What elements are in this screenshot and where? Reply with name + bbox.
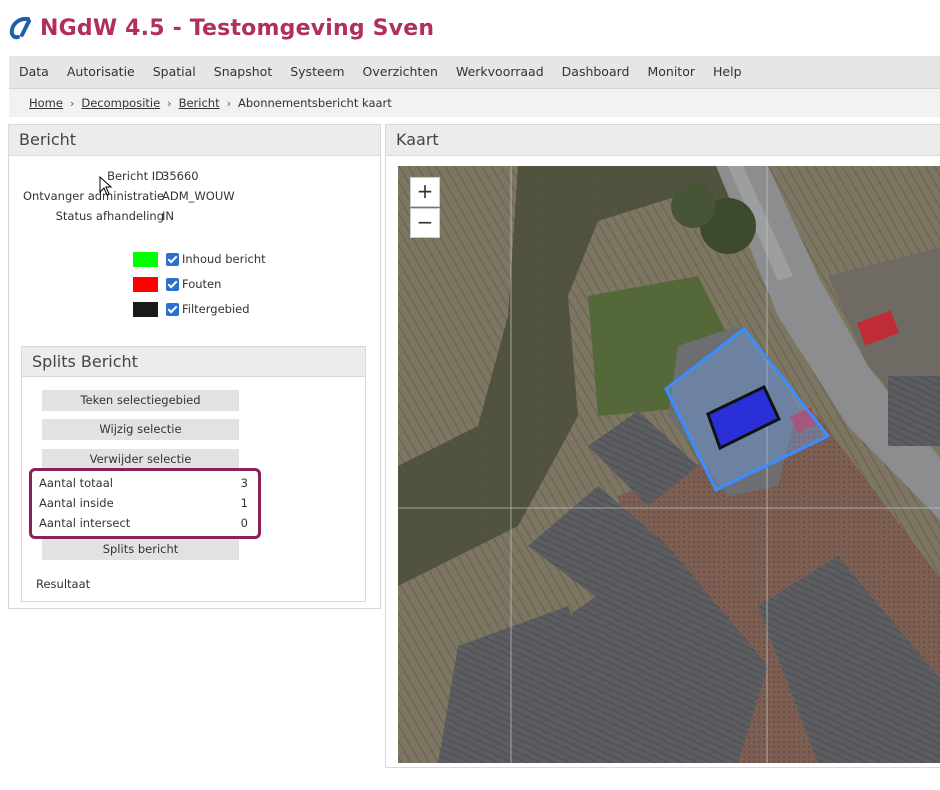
stat-row-inside: Aantal inside 1 [39,496,248,510]
legend-row-filtergebied: Filtergebied [133,300,250,318]
splits-panel-title: Splits Bericht [22,347,365,377]
menu-werkvoorraad[interactable]: Werkvoorraad [447,56,553,88]
legend-label: Inhoud bericht [182,252,266,266]
bericht-panel-title: Bericht [9,125,380,156]
app-header: NGdW 4.5 - Testomgeving Sven [8,10,434,46]
info-value: 35660 [162,169,199,183]
legend-row-fouten: Fouten [133,275,221,293]
breadcrumb-home[interactable]: Home [29,96,63,110]
menu-dashboard[interactable]: Dashboard [553,56,639,88]
splits-bericht-panel: Splits Bericht Teken selectiegebied Wijz… [21,346,366,602]
aerial-map-image [398,166,940,763]
breadcrumb-current: Abonnementsbericht kaart [238,96,392,110]
bericht-panel: Bericht Bericht ID 35660 Ontvanger admin… [8,124,381,609]
verwijder-selectie-button[interactable]: Verwijder selectie [42,449,239,470]
inhoud-checkbox[interactable] [166,252,179,266]
app-logo-icon [9,16,31,40]
stat-label: Aantal totaal [39,476,113,490]
stat-value: 3 [240,476,248,490]
legend-swatch [133,301,158,317]
stats-highlight-box: Aantal totaal 3 Aantal inside 1 Aantal i… [29,468,261,539]
chevron-right-icon: › [69,96,75,110]
menu-overzichten[interactable]: Overzichten [354,56,447,88]
menu-snapshot[interactable]: Snapshot [205,56,281,88]
fouten-checkbox[interactable] [166,277,179,291]
stat-row-totaal: Aantal totaal 3 [39,476,248,490]
legend-swatch [133,251,158,267]
zoom-in-button[interactable]: + [410,177,440,207]
menu-monitor[interactable]: Monitor [638,56,704,88]
stat-value: 0 [240,516,248,530]
stat-row-intersect: Aantal intersect 0 [39,516,248,530]
app-title: NGdW 4.5 - Testomgeving Sven [40,15,435,41]
kaart-panel-title: Kaart [386,125,940,156]
splits-bericht-button[interactable]: Splits bericht [42,539,239,560]
menu-systeem[interactable]: Systeem [281,56,353,88]
legend-label: Filtergebied [182,302,250,316]
mouse-cursor-icon [99,176,113,196]
legend-swatch [133,276,158,292]
info-label: Ontvanger administratie [22,189,164,203]
stat-label: Aantal inside [39,496,114,510]
legend-label: Fouten [182,277,222,291]
kaart-panel: Kaart + − [385,124,940,768]
breadcrumb-decompositie[interactable]: Decompositie [81,96,160,110]
breadcrumb-bericht[interactable]: Bericht [179,96,220,110]
teken-selectiegebied-button[interactable]: Teken selectiegebied [42,390,239,411]
stat-label: Aantal intersect [39,516,131,530]
menu-autorisatie[interactable]: Autorisatie [58,56,144,88]
wijzig-selectie-button[interactable]: Wijzig selectie [42,419,239,440]
info-value: IN [162,209,174,223]
legend-row-inhoud: Inhoud bericht [133,250,266,268]
menu-help[interactable]: Help [704,56,751,88]
info-label: Status afhandeling [55,209,164,223]
resultaat-label: Resultaat [36,577,91,591]
zoom-out-button[interactable]: − [410,208,440,238]
info-value: ADM_WOUW [162,189,235,203]
stat-value: 1 [240,496,248,510]
filtergebied-checkbox[interactable] [166,302,179,316]
chevron-right-icon: › [226,96,231,110]
breadcrumb: Home › Decompositie › Bericht › Abonneme… [9,89,940,117]
menu-data[interactable]: Data [9,56,58,88]
main-menu: Data Autorisatie Spatial Snapshot Systee… [9,56,940,89]
chevron-right-icon: › [167,96,172,110]
menu-spatial[interactable]: Spatial [144,56,205,88]
info-label: Bericht ID [107,169,164,183]
map-view[interactable]: + − [398,166,940,763]
